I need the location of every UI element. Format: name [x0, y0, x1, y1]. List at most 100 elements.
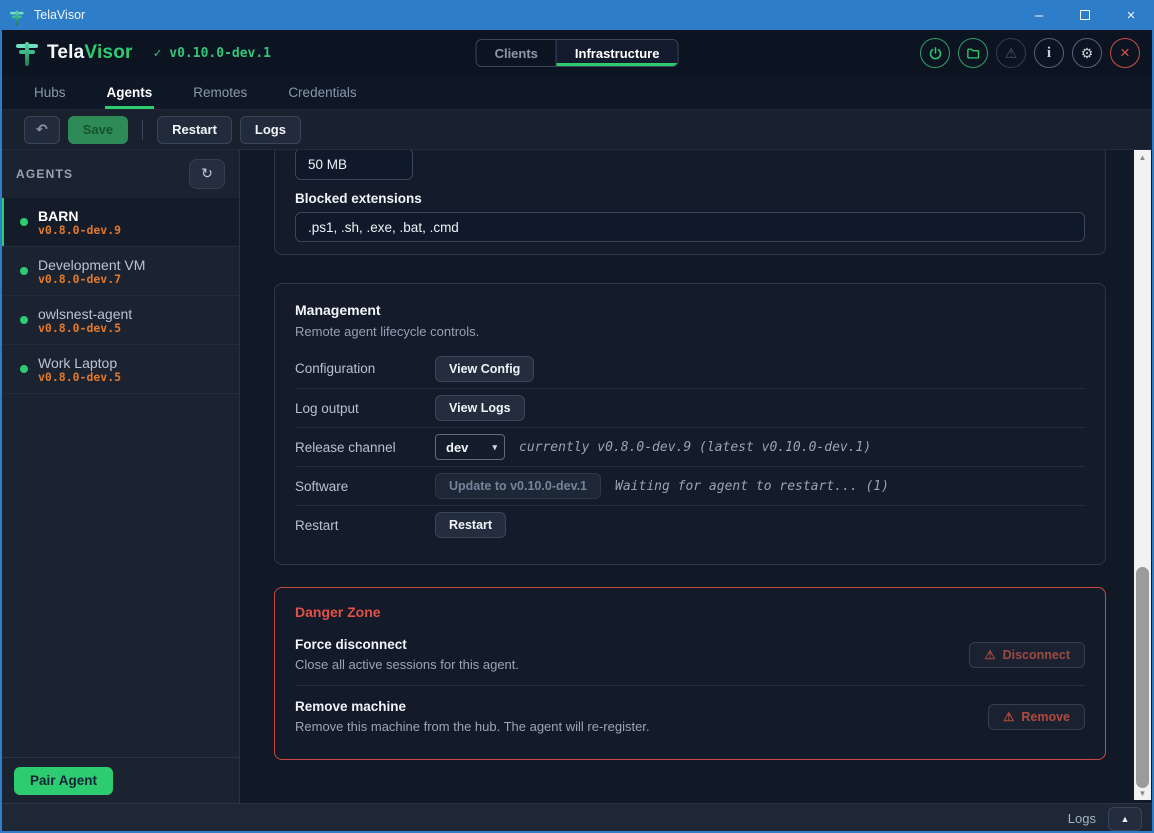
restart-button[interactable]: Restart [157, 116, 232, 144]
check-icon: ✓ [154, 46, 162, 61]
save-button[interactable]: Save [68, 116, 128, 144]
tab-infrastructure[interactable]: Infrastructure [556, 40, 678, 66]
power-button[interactable] [920, 38, 950, 68]
software-note: Waiting for agent to restart... (1) [615, 479, 889, 494]
close-button[interactable]: × [1108, 0, 1154, 30]
disconnect-button[interactable]: ⚠ Disconnect [969, 642, 1085, 668]
agent-detail-panel: 50 MB Blocked extensions .ps1, .sh, .exe… [240, 150, 1154, 803]
minimize-button[interactable]: – [1016, 0, 1062, 30]
management-card: Management Remote agent lifecycle contro… [274, 283, 1106, 565]
alerts-button[interactable]: ⚠ [996, 38, 1026, 68]
management-subtitle: Remote agent lifecycle controls. [295, 324, 1085, 339]
update-software-button[interactable]: Update to v0.10.0-dev.1 [435, 473, 601, 499]
transfer-settings-card: 50 MB Blocked extensions .ps1, .sh, .exe… [274, 150, 1106, 255]
brand-name: TelaVisor [47, 42, 133, 64]
primary-nav: Hubs Agents Remotes Credentials [0, 76, 1154, 110]
release-channel-label: Release channel [295, 440, 435, 455]
restart-row: Restart Restart [295, 505, 1085, 544]
header-actions: ⚠ i ⚙ × [920, 38, 1140, 68]
sidebar-footer: Pair Agent [0, 757, 239, 803]
logs-button[interactable]: Logs [240, 116, 301, 144]
remove-machine-texts: Remove machine Remove this machine from … [295, 699, 988, 734]
sidebar-title: AGENTS [16, 167, 73, 181]
agent-name: Development VM [38, 257, 145, 273]
agent-online-icon [20, 365, 28, 373]
agent-name: Work Laptop [38, 355, 121, 371]
quit-x-icon: × [1120, 43, 1130, 63]
maximize-button[interactable] [1062, 0, 1108, 30]
pair-agent-button[interactable]: Pair Agent [14, 767, 113, 795]
agent-list-item-barn[interactable]: BARN v0.8.0-dev.9 [0, 198, 239, 247]
agent-list-item-owlsnest-agent[interactable]: owlsnest-agent v0.8.0-dev.5 [0, 296, 239, 345]
scroll-down-icon: ▼ [1139, 789, 1147, 798]
app-logo-icon [10, 9, 20, 20]
agent-online-icon [20, 218, 28, 226]
nav-tab-agents[interactable]: Agents [105, 76, 155, 109]
window-controls: – × [1016, 0, 1154, 30]
agent-version: v0.8.0-dev.9 [38, 224, 121, 237]
nav-tab-hubs[interactable]: Hubs [32, 76, 68, 109]
settings-button[interactable]: ⚙ [1072, 38, 1102, 68]
folder-icon [966, 46, 981, 61]
management-title: Management [295, 302, 1085, 318]
scroll-down-button[interactable]: ▼ [1134, 786, 1151, 800]
brand-first: Tela [47, 42, 84, 63]
agent-version: v0.8.0-dev.5 [38, 322, 132, 335]
undo-button[interactable]: ↶ [24, 116, 60, 144]
agent-name: BARN [38, 208, 121, 224]
minimize-icon: – [1035, 7, 1043, 24]
close-icon: × [1127, 7, 1136, 24]
nav-tab-credentials[interactable]: Credentials [286, 76, 358, 109]
remove-machine-row: Remove machine Remove this machine from … [295, 685, 1085, 747]
tab-clients[interactable]: Clients [477, 40, 556, 66]
toolbar-separator [142, 120, 143, 140]
folder-button[interactable] [958, 38, 988, 68]
max-size-input[interactable]: 50 MB [295, 150, 413, 180]
danger-zone-title: Danger Zone [295, 604, 1085, 620]
blocked-extensions-input[interactable]: .ps1, .sh, .exe, .bat, .cmd [295, 212, 1085, 242]
logs-drawer-label: Logs [1068, 811, 1096, 826]
remove-button[interactable]: ⚠ Remove [988, 704, 1085, 730]
agent-version: v0.8.0-dev.5 [38, 371, 121, 384]
scroll-up-icon: ▲ [1139, 153, 1147, 162]
info-button[interactable]: i [1034, 38, 1064, 68]
logs-drawer-toggle-button[interactable]: ▲ [1108, 807, 1142, 831]
scrollbar-thumb[interactable] [1136, 567, 1149, 788]
window-titlebar: TelaVisor – × [0, 0, 1154, 30]
log-output-row: Log output View Logs [295, 388, 1085, 427]
view-config-button[interactable]: View Config [435, 356, 534, 382]
agent-list-item-development-vm[interactable]: Development VM v0.8.0-dev.7 [0, 247, 239, 296]
force-disconnect-row: Force disconnect Close all active sessio… [295, 624, 1085, 685]
app-header: TelaVisor ✓ v0.10.0-dev.1 Clients Infras… [0, 30, 1154, 76]
software-label: Software [295, 479, 435, 494]
remove-machine-desc: Remove this machine from the hub. The ag… [295, 719, 988, 734]
refresh-agents-button[interactable]: ↻ [189, 159, 225, 189]
force-disconnect-texts: Force disconnect Close all active sessio… [295, 637, 969, 672]
release-channel-row: Release channel dev ▾ currently v0.8.0-d… [295, 427, 1085, 466]
agent-list-item-work-laptop[interactable]: Work Laptop v0.8.0-dev.5 [0, 345, 239, 394]
chevron-down-icon: ▾ [492, 442, 497, 453]
scroll-up-button[interactable]: ▲ [1134, 150, 1151, 164]
remove-machine-title: Remove machine [295, 699, 988, 714]
nav-tab-remotes[interactable]: Remotes [191, 76, 249, 109]
maximize-icon [1080, 10, 1090, 20]
agent-name: owlsnest-agent [38, 306, 132, 322]
release-channel-note: currently v0.8.0-dev.9 (latest v0.10.0-d… [519, 440, 871, 455]
force-disconnect-desc: Close all active sessions for this agent… [295, 657, 969, 672]
release-channel-select[interactable]: dev ▾ [435, 434, 505, 460]
undo-icon: ↶ [36, 122, 48, 138]
log-output-label: Log output [295, 401, 435, 416]
view-logs-button[interactable]: View Logs [435, 395, 525, 421]
agent-online-icon [20, 316, 28, 324]
scrollbar[interactable]: ▲ ▼ [1134, 150, 1151, 800]
restart-agent-button[interactable]: Restart [435, 512, 506, 538]
disconnect-button-label: Disconnect [1003, 648, 1070, 662]
remove-button-label: Remove [1021, 710, 1070, 724]
software-row: Software Update to v0.10.0-dev.1 Waiting… [295, 466, 1085, 505]
brand-second: Visor [84, 42, 132, 63]
danger-zone-card: Danger Zone Force disconnect Close all a… [274, 587, 1106, 760]
warning-icon: ⚠ [1003, 709, 1014, 724]
quit-button[interactable]: × [1110, 38, 1140, 68]
configuration-label: Configuration [295, 361, 435, 376]
info-icon: i [1047, 45, 1051, 62]
